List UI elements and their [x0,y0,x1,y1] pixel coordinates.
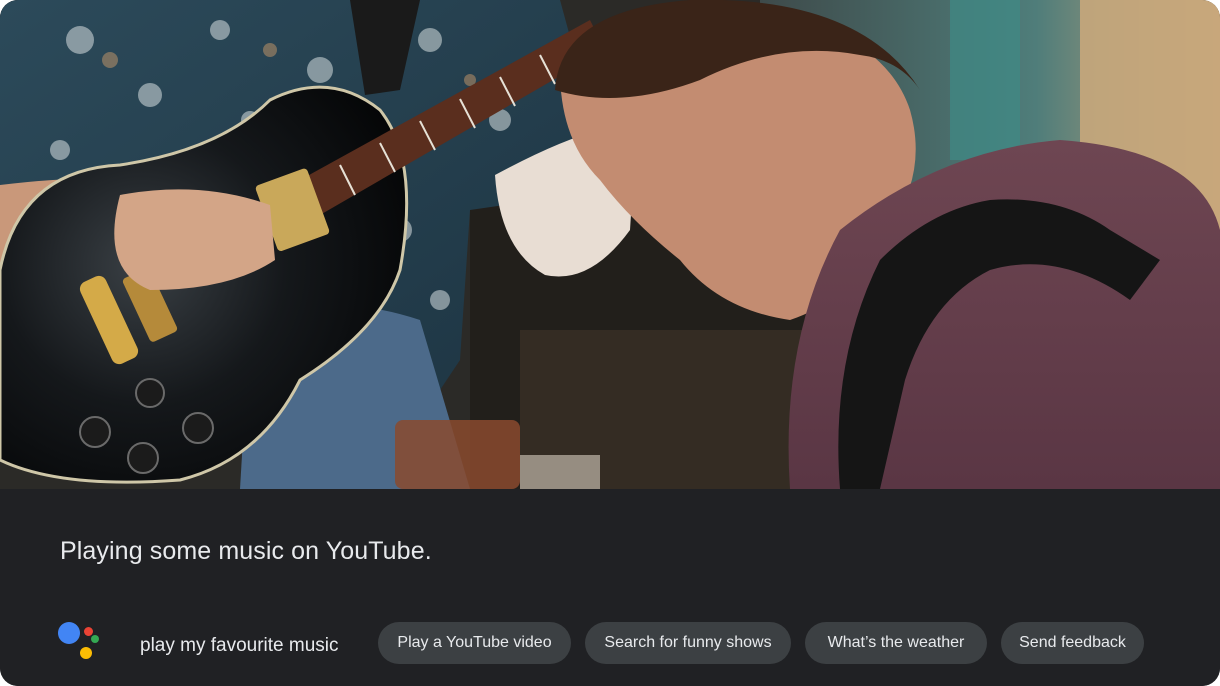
user-query-text: play my favourite music [140,635,339,656]
google-assistant-icon[interactable] [58,622,100,660]
green-dot [91,635,99,643]
guitar-players-image [0,0,1220,489]
yellow-dot [80,647,92,659]
assistant-screen: Playing some music on YouTube. play my f… [0,0,1220,686]
suggestion-chip-weather[interactable]: What’s the weather [805,622,987,664]
blue-dot [58,622,80,644]
assistant-response-text: Playing some music on YouTube. [60,537,432,565]
suggestion-chip-search-funny-shows[interactable]: Search for funny shows [585,622,791,664]
background-photo [0,0,1220,489]
suggestion-chip-play-youtube-video[interactable]: Play a YouTube video [378,622,571,664]
red-dot [84,627,93,636]
assistant-panel: Playing some music on YouTube. play my f… [0,489,1220,686]
suggestion-chip-send-feedback[interactable]: Send feedback [1001,622,1144,664]
